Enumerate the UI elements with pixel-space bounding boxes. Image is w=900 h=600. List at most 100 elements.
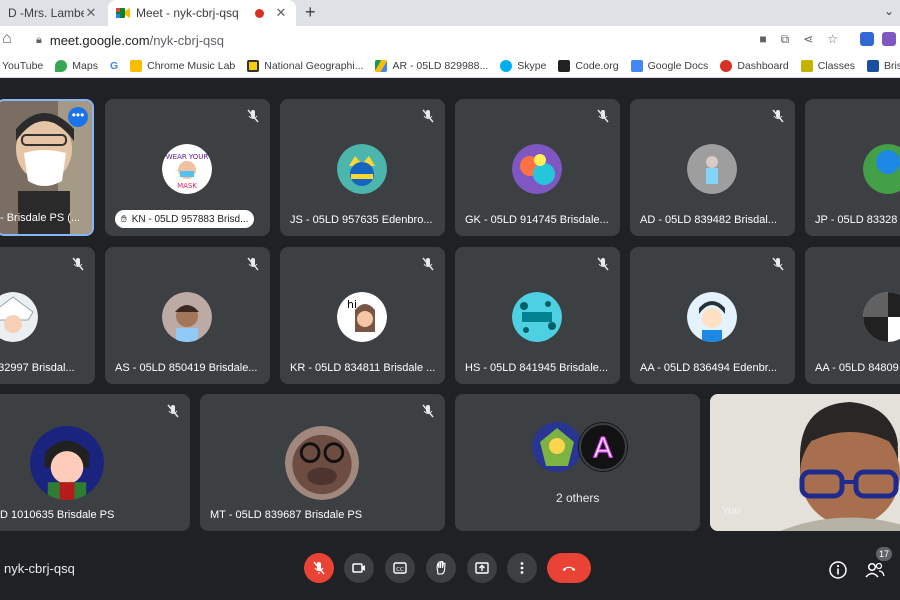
more-options-icon[interactable]: •••: [68, 107, 88, 127]
participant-name: D 1010635 Brisdale PS: [0, 509, 115, 521]
share-icon[interactable]: ⋖: [803, 32, 813, 47]
more-options-button[interactable]: [507, 553, 537, 583]
url-path: /nyk-cbrj-qsq: [149, 32, 225, 48]
brisdale-icon: [867, 59, 880, 72]
participant-tile[interactable]: D 1010635 Brisdale PS: [0, 394, 190, 531]
participant-tile-teacher[interactable]: ••• - Brisdale PS (...: [0, 99, 94, 236]
avatar: [512, 144, 562, 194]
info-icon[interactable]: [828, 560, 848, 580]
participant-tile[interactable]: AD - 05LD 839482 Brisdal...: [630, 99, 795, 236]
present-now-button[interactable]: [467, 553, 497, 583]
bookmark-chrome-music-lab[interactable]: Chrome Music Lab: [130, 59, 235, 72]
avatar: A: [578, 422, 628, 472]
bookmark-code-org[interactable]: Code.org: [558, 59, 619, 72]
open-in-new-icon[interactable]: ⧉: [781, 32, 790, 47]
others-avatar-letter: A: [593, 431, 612, 464]
recording-dot-icon: [255, 8, 264, 18]
tab-title: D -Mrs. Lambert's cla: [8, 6, 84, 20]
dashboard-icon: [720, 59, 733, 72]
tab-mrs-lambert[interactable]: D -Mrs. Lambert's cla ✕: [0, 0, 106, 26]
extension-icon[interactable]: [882, 32, 896, 46]
participant-name: AA - 05LD 836494 Edenbr...: [640, 362, 777, 374]
participant-name: JP - 05LD 83328: [815, 214, 898, 226]
bookmark-google[interactable]: G: [110, 60, 118, 72]
participant-tile[interactable]: WEAR YOUR MASK ✋︎ KN - 05LD 957883 Brisd.…: [105, 99, 270, 236]
avatar: [532, 422, 582, 472]
star-icon[interactable]: ☆: [827, 32, 838, 47]
bookmark-youtube[interactable]: YouTube: [2, 60, 43, 72]
leave-call-button[interactable]: [547, 553, 591, 583]
more-vert-icon: [520, 562, 524, 574]
chevron-down-icon[interactable]: ⌄: [884, 4, 894, 18]
captions-button[interactable]: CC: [385, 553, 415, 583]
call-end-icon: [562, 566, 576, 571]
participant-tile[interactable]: MT - 05LD 839687 Brisdale PS: [200, 394, 445, 531]
others-tile[interactable]: A 2 others: [455, 394, 700, 531]
participant-tile[interactable]: 832997 Brisdal...: [0, 247, 95, 384]
new-tab-button[interactable]: +: [305, 2, 316, 23]
close-tab-icon[interactable]: ✕: [274, 5, 288, 21]
tab-title: Meet - nyk-cbrj-qsq: [136, 6, 239, 20]
participant-name: AD - 05LD 839482 Brisdal...: [640, 214, 777, 226]
bookmark-google-docs[interactable]: Google Docs: [630, 59, 708, 72]
mic-off-icon: [772, 257, 784, 271]
extension-icon[interactable]: [860, 32, 874, 46]
mic-off-icon: [247, 257, 259, 271]
participant-name: KR - 05LD 834811 Brisdale ...: [290, 362, 436, 374]
mic-off-icon: [772, 109, 784, 123]
camera-toggle-button[interactable]: [344, 553, 374, 583]
lock-icon[interactable]: 🔒︎: [36, 34, 42, 47]
mic-off-icon: [313, 561, 325, 575]
hand-icon: ✋︎: [121, 213, 127, 225]
participant-tile[interactable]: GK - 05LD 914745 Brisdale...: [455, 99, 620, 236]
bookmark-ar-drive[interactable]: AR - 05LD 829988...: [375, 59, 488, 72]
home-icon[interactable]: ⌂: [2, 30, 12, 48]
svg-text:WEAR YOUR: WEAR YOUR: [166, 153, 209, 161]
participant-tile[interactable]: JP - 05LD 83328: [805, 99, 900, 236]
maps-icon: [55, 59, 68, 72]
svg-text:hi: hi: [347, 298, 357, 311]
tab-meet[interactable]: Meet - nyk-cbrj-qsq ✕: [108, 0, 296, 26]
google-icon: G: [109, 59, 119, 72]
bookmark-national-geographic[interactable]: National Geographi...: [247, 59, 363, 72]
participant-count-badge: 17: [876, 547, 892, 561]
participant-tile[interactable]: JS - 05LD 957635 Edenbro...: [280, 99, 445, 236]
participant-tile[interactable]: AS - 05LD 850419 Brisdale...: [105, 247, 270, 384]
participant-tile[interactable]: HS - 05LD 841945 Brisdale...: [455, 247, 620, 384]
bookmark-brisdale[interactable]: Brisdale 5AO: [867, 59, 900, 72]
toolbar: ⌂ 🔒︎ meet.google.com/nyk-cbrj-qsq ■ ⧉ ⋖ …: [0, 26, 900, 54]
meet-icon: [116, 8, 130, 18]
mic-off-icon: [422, 404, 434, 418]
meeting-grid: ••• - Brisdale PS (... WEAR YOUR MASK ✋︎ …: [0, 78, 900, 544]
participant-tile[interactable]: AA - 05LD 84809: [805, 247, 900, 384]
bookmark-dashboard[interactable]: Dashboard: [720, 59, 789, 72]
bookmark-maps[interactable]: Maps: [55, 59, 98, 72]
avatar: [0, 292, 38, 342]
self-view-tile[interactable]: You: [710, 394, 900, 531]
avatar: [285, 426, 359, 500]
mic-toggle-button[interactable]: [304, 553, 334, 583]
video-camera-icon: [352, 563, 365, 573]
bookmark-skype[interactable]: Skype: [500, 59, 546, 72]
classes-icon: [800, 59, 813, 72]
participant-name: AS - 05LD 850419 Brisdale...: [115, 362, 258, 374]
bookmark-classes[interactable]: Classes: [800, 59, 855, 72]
avatar: [337, 144, 387, 194]
meeting-controls: nyk-cbrj-qsq CC 17: [0, 544, 900, 600]
close-tab-icon[interactable]: ✕: [84, 5, 98, 21]
participant-tile[interactable]: hi KR - 05LD 834811 Brisdale ...: [280, 247, 445, 384]
svg-text:MASK: MASK: [177, 182, 197, 190]
raise-hand-button[interactable]: [426, 553, 456, 583]
participant-name: JS - 05LD 957635 Edenbro...: [290, 214, 433, 226]
camera-icon[interactable]: ■: [759, 32, 766, 47]
music-lab-icon: [130, 59, 143, 72]
avatar: [863, 292, 900, 342]
address-bar[interactable]: 🔒︎ meet.google.com/nyk-cbrj-qsq: [24, 28, 860, 52]
participant-name: AA - 05LD 84809: [815, 362, 899, 374]
mic-off-icon: [422, 109, 434, 123]
url-host: meet.google.com: [49, 32, 150, 48]
participant-tile[interactable]: AA - 05LD 836494 Edenbr...: [630, 247, 795, 384]
avatar: [687, 144, 737, 194]
natgeo-icon: [247, 59, 260, 72]
people-icon[interactable]: [864, 560, 886, 580]
